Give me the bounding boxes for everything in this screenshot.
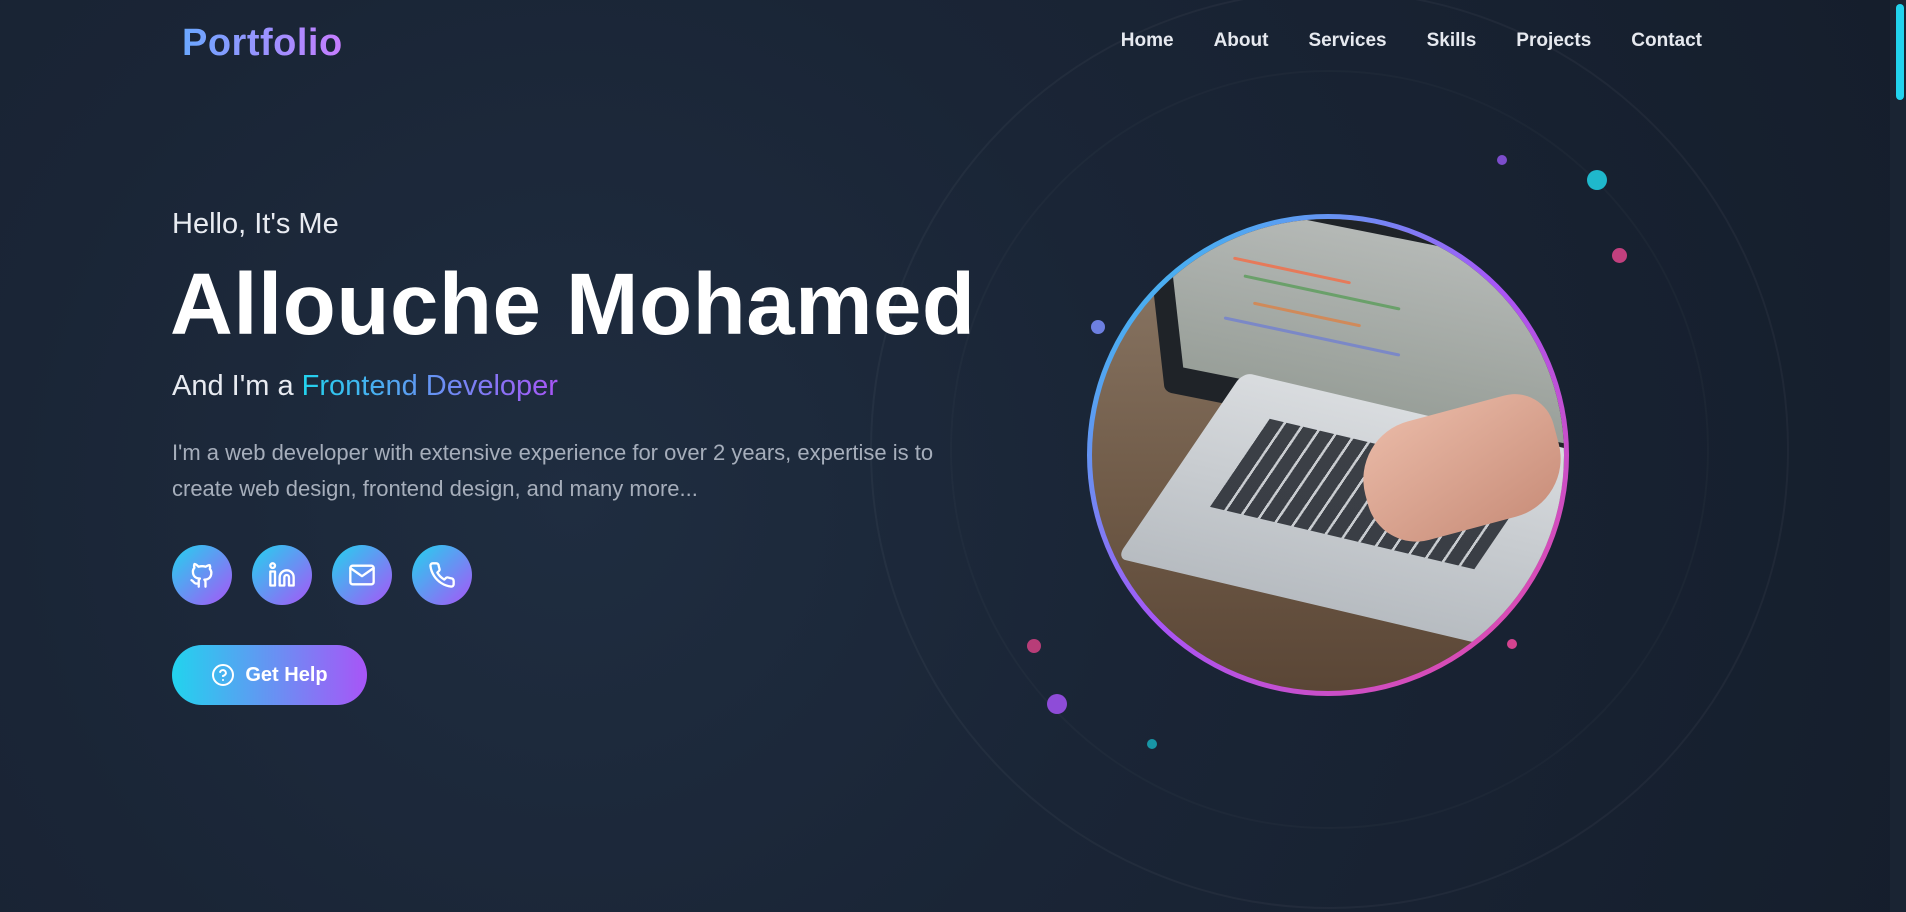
decor-dot [1612,248,1627,263]
profile-image-frame [1087,214,1569,696]
phone-icon [429,562,455,588]
greeting: Hello, It's Me [172,208,339,240]
decor-dot [1047,694,1067,714]
nav-services[interactable]: Services [1308,30,1386,52]
decor-dot [1587,170,1607,190]
linkedin-icon [269,562,295,587]
decor-dot [1091,320,1105,334]
get-help-label: Get Help [245,663,328,686]
help-circle-icon [212,664,235,686]
linkedin-link[interactable] [252,545,312,605]
role-title: Frontend Developer [301,370,558,402]
scrollbar[interactable] [1890,0,1906,912]
get-help-button[interactable]: Get Help [172,645,367,705]
phone-link[interactable] [412,545,472,605]
mail-link[interactable] [332,545,392,605]
scrollbar-thumb[interactable] [1896,4,1904,100]
social-links [172,545,472,605]
decor-dot [1497,155,1507,165]
role-line: And I'm a Frontend Developer [172,370,558,403]
nav-home[interactable]: Home [1121,30,1174,52]
nav-contact[interactable]: Contact [1631,30,1702,52]
decor-dot [1147,739,1157,749]
github-link[interactable] [172,545,232,605]
hero-description: I'm a web developer with extensive exper… [172,440,934,501]
nav-about[interactable]: About [1214,30,1269,52]
mail-icon [349,564,375,586]
role-prefix: And I'm a [172,370,294,402]
hero-name: Allouche Mohamed [170,256,976,353]
profile-image [1092,219,1564,691]
nav-projects[interactable]: Projects [1516,30,1591,52]
nav-skills[interactable]: Skills [1427,30,1477,52]
github-icon [190,562,213,588]
main-nav: Home About Services Skills Projects Cont… [1121,30,1702,52]
decor-dot [1027,639,1041,653]
logo[interactable]: Portfolio [182,22,343,65]
